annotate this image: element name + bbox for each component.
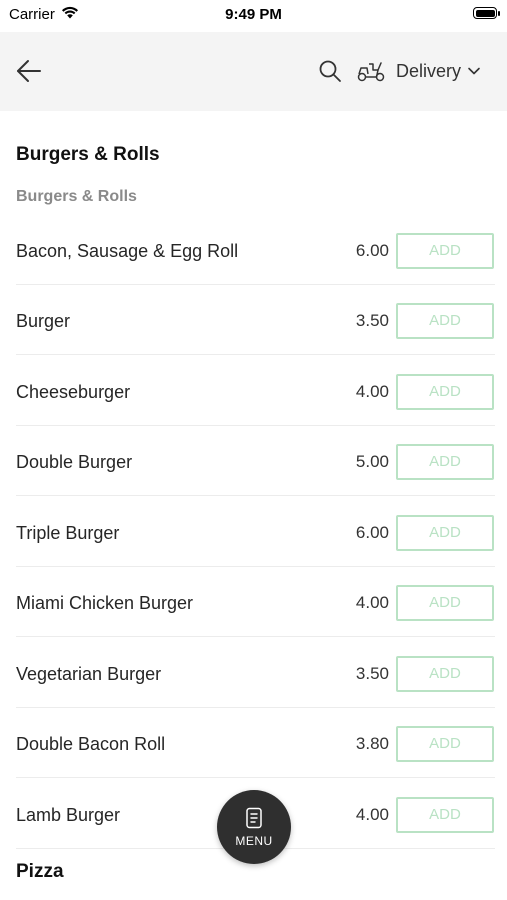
item-name: Vegetarian Burger (16, 664, 162, 684)
divider (16, 636, 495, 637)
next-section-title: Pizza (16, 861, 64, 882)
divider (16, 707, 495, 708)
item-price: 3.50 (355, 664, 389, 683)
back-arrow-icon (17, 60, 41, 82)
item-name: Cheeseburger (16, 382, 131, 402)
scooter-icon (357, 62, 385, 82)
search-icon (319, 60, 341, 82)
item-name: Double Burger (16, 452, 133, 472)
item-name: Double Bacon Roll (16, 734, 166, 754)
divider (16, 354, 495, 355)
divider (16, 425, 495, 426)
menu-item-row: Triple Burger 6.00 ADD (0, 515, 507, 585)
add-button[interactable]: ADD (396, 656, 494, 692)
item-name: Burger (16, 311, 71, 331)
item-price: 4.00 (355, 805, 389, 824)
search-button[interactable] (318, 59, 342, 83)
clock: 9:49 PM (225, 6, 282, 23)
add-button[interactable]: ADD (396, 797, 494, 833)
item-name: Triple Burger (16, 523, 120, 543)
item-price: 4.00 (355, 382, 389, 401)
back-button[interactable] (14, 56, 44, 86)
menu-item-row: Burger 3.50 ADD (0, 303, 507, 373)
subsection-title: Burgers & Rolls (16, 188, 137, 205)
add-button[interactable]: ADD (396, 444, 494, 480)
menu-item-row: Vegetarian Burger 3.50 ADD (0, 656, 507, 726)
item-price: 5.00 (355, 452, 389, 471)
battery-tip (498, 11, 500, 16)
divider (16, 284, 495, 285)
divider (16, 495, 495, 496)
menu-item-row: Bacon, Sausage & Egg Roll 6.00 ADD (0, 233, 507, 303)
menu-item-row: Cheeseburger 4.00 ADD (0, 374, 507, 444)
item-price: 6.00 (355, 523, 389, 542)
menu-item-row: Double Burger 5.00 ADD (0, 444, 507, 514)
divider (16, 566, 495, 567)
menu-item-row: Miami Chicken Burger 4.00 ADD (0, 585, 507, 655)
battery-icon (473, 7, 497, 19)
divider (16, 777, 495, 778)
item-name: Bacon, Sausage & Egg Roll (16, 241, 239, 261)
item-price: 6.00 (355, 241, 389, 260)
add-button[interactable]: ADD (396, 515, 494, 551)
add-button[interactable]: ADD (396, 233, 494, 269)
menu-fab-label: MENU (235, 834, 273, 848)
menu-item-row: Double Bacon Roll 3.80 ADD (0, 726, 507, 796)
chevron-down-icon (468, 67, 480, 75)
add-button[interactable]: ADD (396, 374, 494, 410)
item-name: Miami Chicken Burger (16, 593, 194, 613)
delivery-mode-selector[interactable]: Delivery (356, 56, 481, 86)
add-button[interactable]: ADD (396, 726, 494, 762)
item-price: 4.00 (355, 593, 389, 612)
add-button[interactable]: ADD (396, 585, 494, 621)
delivery-label: Delivery (396, 60, 462, 81)
menu-icon (246, 807, 262, 829)
item-price: 3.80 (355, 734, 389, 753)
section-title: Burgers & Rolls (16, 144, 160, 165)
menu-fab-button[interactable]: MENU (217, 790, 291, 864)
add-button[interactable]: ADD (396, 303, 494, 339)
item-price: 3.50 (355, 311, 389, 330)
status-bar: Carrier 9:49 PM (0, 0, 507, 32)
top-nav-bar: Delivery (0, 32, 507, 111)
item-name: Lamb Burger (16, 805, 121, 825)
